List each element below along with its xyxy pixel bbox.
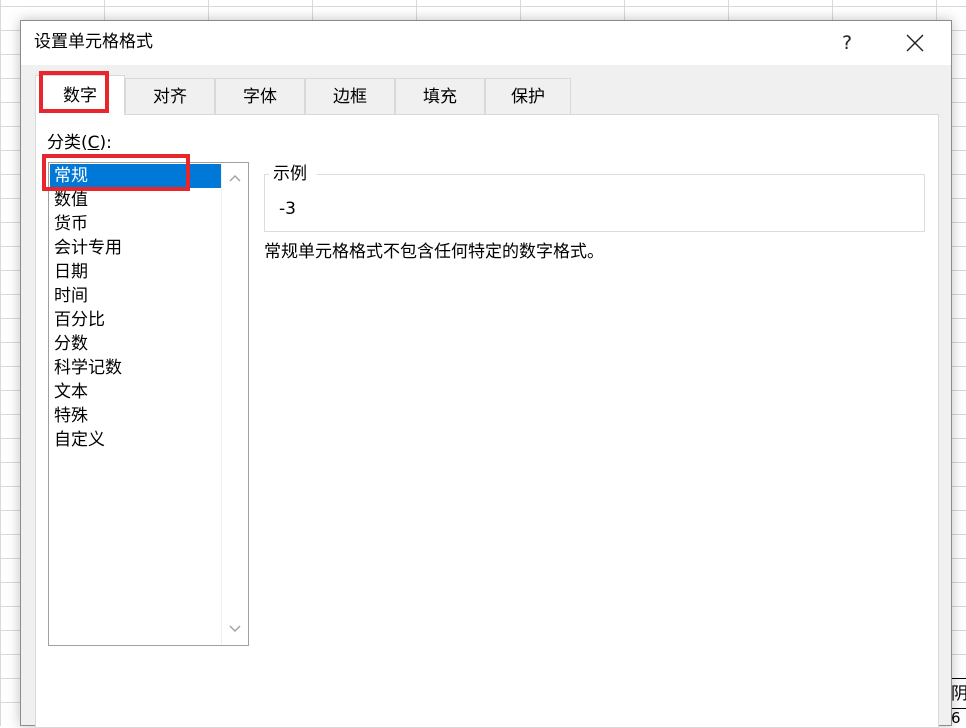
sample-groupbox [264, 174, 925, 232]
chevron-down-icon[interactable] [229, 624, 241, 634]
tab-protection[interactable]: 保护 [485, 78, 571, 114]
format-description: 常规单元格格式不包含任何特定的数字格式。 [264, 242, 604, 262]
tab-font[interactable]: 字体 [215, 78, 305, 114]
category-item-time[interactable]: 时间 [50, 284, 222, 308]
category-item-special[interactable]: 特殊 [50, 404, 222, 428]
tab-number[interactable]: 数字 [35, 75, 125, 115]
category-label: 分类(C): [47, 133, 112, 153]
category-item-accounting[interactable]: 会计专用 [50, 236, 222, 260]
category-item-percentage[interactable]: 百分比 [50, 308, 222, 332]
category-item-date[interactable]: 日期 [50, 260, 222, 284]
category-item-custom[interactable]: 自定义 [50, 428, 222, 452]
sample-value: -3 [279, 199, 296, 219]
chevron-up-icon[interactable] [229, 173, 241, 183]
close-icon [906, 34, 924, 52]
category-item-fraction[interactable]: 分数 [50, 332, 222, 356]
help-button[interactable]: ? [827, 25, 867, 61]
tab-border[interactable]: 边框 [305, 78, 395, 114]
category-item-text[interactable]: 文本 [50, 380, 222, 404]
close-button[interactable] [893, 25, 937, 61]
category-item-scientific[interactable]: 科学记数 [50, 356, 222, 380]
category-listbox[interactable]: 常规 数值 货币 会计专用 日期 时间 百分比 分数 科学记数 文本 特殊 自定… [48, 162, 249, 646]
sample-label: 示例 [273, 164, 307, 184]
category-item-number[interactable]: 数值 [50, 188, 222, 212]
tab-alignment[interactable]: 对齐 [125, 78, 215, 114]
tab-strip: 数字 对齐 字体 边框 填充 保护 [35, 75, 635, 115]
category-item-currency[interactable]: 货币 [50, 212, 222, 236]
dialog-titlebar: 设置单元格格式 ? [21, 21, 951, 65]
format-cells-dialog: 设置单元格格式 ? 数字 对齐 字体 边框 填充 保护 分类(C): 常规 数值… [20, 20, 952, 728]
dialog-title: 设置单元格格式 [34, 32, 153, 52]
category-scrollbar[interactable] [221, 163, 248, 645]
category-item-general[interactable]: 常规 [50, 164, 222, 188]
tab-fill[interactable]: 填充 [395, 78, 485, 114]
